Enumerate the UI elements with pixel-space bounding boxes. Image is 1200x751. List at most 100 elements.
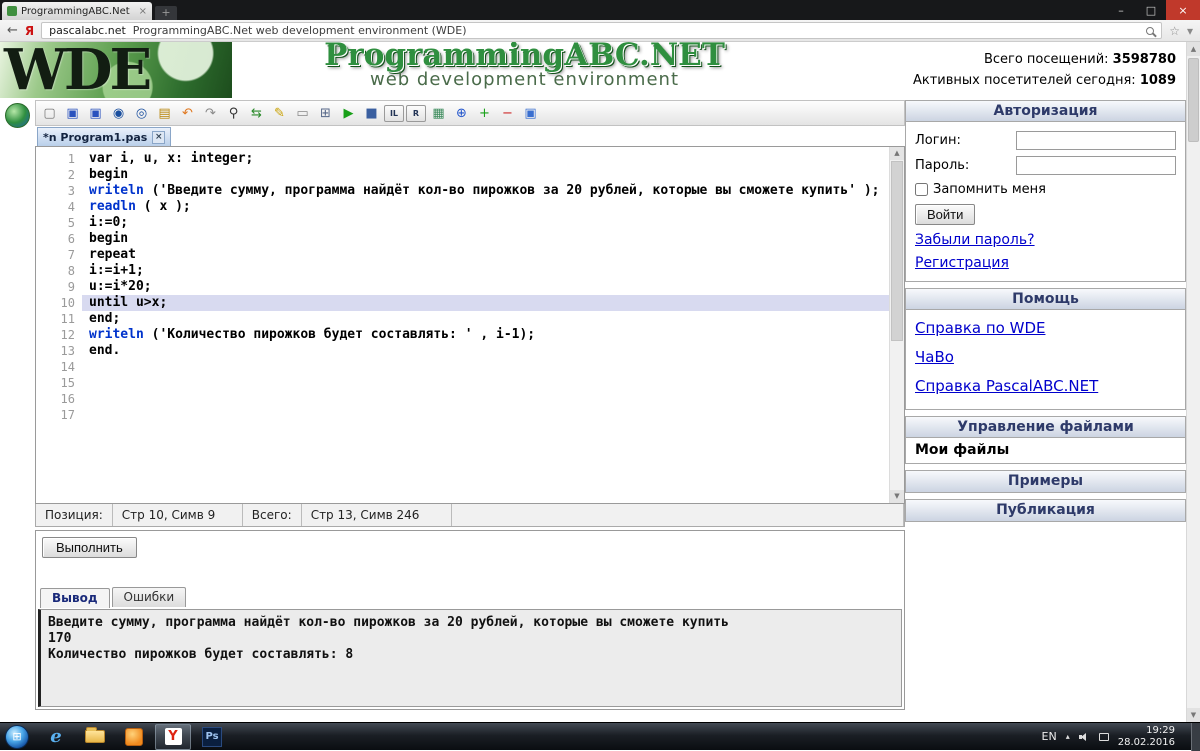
code-line[interactable]: end. (82, 343, 889, 359)
il-view-icon[interactable]: IL (384, 105, 404, 122)
auth-panel-header[interactable]: Авторизация (906, 101, 1185, 122)
help-pascalabc-link[interactable]: Справка PascalABC.NET (915, 377, 1176, 395)
code-line[interactable]: repeat (82, 247, 889, 263)
files-panel-header[interactable]: Управление файлами (906, 417, 1185, 438)
system-tray: EN ▴ 19:29 28.02.2016 (1042, 723, 1200, 751)
code-line[interactable]: readln ( x ); (82, 199, 889, 215)
examples-panel-header[interactable]: Примеры (906, 471, 1185, 492)
code-line[interactable] (82, 407, 889, 423)
line-number: 10 (36, 295, 75, 311)
tray-chevron-icon[interactable]: ▴ (1066, 732, 1070, 741)
code-line[interactable]: begin (82, 167, 889, 183)
downloads-icon[interactable]: ▾ (1187, 24, 1193, 38)
password-field[interactable] (1016, 156, 1176, 175)
code-line[interactable]: writeln ('Количество пирожков будет сост… (82, 327, 889, 343)
code-line[interactable] (82, 359, 889, 375)
run-button[interactable]: Выполнить (42, 537, 137, 558)
maximize-button[interactable]: □ (1136, 0, 1166, 20)
code-line[interactable]: until u>x; (82, 295, 889, 311)
minimize-button[interactable]: – (1106, 0, 1136, 20)
scrollbar-thumb[interactable] (891, 161, 903, 341)
document-tab-close-icon[interactable]: × (152, 131, 165, 144)
orange-app-icon[interactable] (116, 724, 152, 750)
tab-close-icon[interactable]: × (139, 6, 147, 17)
remember-me-checkbox[interactable] (915, 183, 928, 196)
internet-explorer-icon[interactable]: e (38, 724, 74, 750)
new-file-icon[interactable]: ▢ (39, 103, 60, 124)
clear-icon[interactable]: ▭ (292, 103, 313, 124)
bookmark-star-icon[interactable]: ☆ (1169, 24, 1180, 38)
start-button[interactable]: ⊞ (5, 725, 29, 749)
stop-icon[interactable]: ■ (361, 103, 382, 124)
code-line[interactable]: i:=i+1; (82, 263, 889, 279)
web-icon[interactable]: ⊕ (451, 103, 472, 124)
tab-output[interactable]: Вывод (40, 588, 110, 608)
site-title-block: ProgrammingABC.NET web development envir… (232, 42, 817, 98)
editor-scrollbar[interactable]: ▲ ▼ (889, 147, 904, 503)
my-files-item[interactable]: Мои файлы (906, 438, 1185, 463)
line-number: 17 (36, 407, 75, 423)
format-icon[interactable]: ✎ (269, 103, 290, 124)
maximize-editor-icon[interactable]: ▣ (520, 103, 541, 124)
code-line[interactable]: i:=0; (82, 215, 889, 231)
page-scrollbar[interactable]: ▲ ▼ (1186, 42, 1200, 722)
code-line[interactable]: writeln ('Введите сумму, программа найдё… (82, 183, 889, 199)
tab-program1[interactable]: *n Program1.pas × (37, 127, 171, 146)
faq-link[interactable]: ЧаВо (915, 348, 1176, 366)
redo-icon[interactable]: ↷ (200, 103, 221, 124)
file-explorer-icon[interactable] (77, 724, 113, 750)
language-indicator[interactable]: EN (1042, 730, 1057, 743)
back-icon[interactable]: ← (7, 23, 18, 38)
image-icon[interactable]: ▦ (428, 103, 449, 124)
publish-panel-header[interactable]: Публикация (906, 500, 1185, 521)
yandex-browser-icon[interactable]: Y (155, 724, 191, 750)
code-line[interactable] (82, 375, 889, 391)
photoshop-icon[interactable]: Ps (194, 724, 230, 750)
page-scrollbar-thumb[interactable] (1188, 58, 1199, 142)
code-area[interactable]: var i, u, x: integer;beginwriteln ('Введ… (82, 147, 889, 503)
scroll-down-icon[interactable]: ▼ (890, 490, 904, 503)
taskbar-clock[interactable]: 19:29 28.02.2016 (1118, 725, 1175, 749)
browser-tab[interactable]: ProgrammingABC.Net × (2, 2, 152, 20)
network-icon[interactable] (1099, 733, 1109, 741)
zoom-in-icon[interactable]: + (474, 103, 495, 124)
result-view-icon[interactable]: R (406, 105, 426, 122)
save-all-icon[interactable]: ▣ (85, 103, 106, 124)
scroll-up-icon[interactable]: ▲ (890, 147, 904, 160)
page-scroll-up-icon[interactable]: ▲ (1187, 42, 1200, 56)
code-line[interactable]: var i, u, x: integer; (82, 151, 889, 167)
window-icon[interactable]: ⊞ (315, 103, 336, 124)
upload-icon[interactable]: ◎ (131, 103, 152, 124)
url-field[interactable]: pascalabc.net ProgrammingABC.Net web dev… (41, 22, 1162, 39)
close-button[interactable]: × (1166, 0, 1200, 20)
tab-errors[interactable]: Ошибки (112, 587, 187, 607)
code-line[interactable]: begin (82, 231, 889, 247)
forgot-password-link[interactable]: Забыли пароль? (915, 232, 1176, 248)
show-desktop-button[interactable] (1191, 723, 1200, 751)
code-line[interactable]: u:=i*20; (82, 279, 889, 295)
snippets-icon[interactable]: ▤ (154, 103, 175, 124)
open-url-icon[interactable]: ◉ (108, 103, 129, 124)
new-tab-button[interactable]: + (155, 6, 177, 20)
login-button[interactable]: Войти (915, 204, 975, 225)
login-label: Логин: (915, 133, 961, 148)
find-icon[interactable]: ⚲ (223, 103, 244, 124)
code-line[interactable]: end; (82, 311, 889, 327)
help-panel-header[interactable]: Помощь (906, 289, 1185, 310)
search-icon[interactable] (1146, 27, 1154, 35)
yandex-icon[interactable]: Я (25, 24, 34, 38)
volume-icon[interactable] (1079, 732, 1090, 742)
document-tab-row: *n Program1.pas × (35, 126, 905, 146)
login-field[interactable] (1016, 131, 1176, 150)
run-icon[interactable]: ▶ (338, 103, 359, 124)
help-wde-link[interactable]: Справка по WDE (915, 319, 1176, 337)
sidebar: Авторизация Логин: Пароль: Запомнить мен… (905, 100, 1186, 528)
save-icon[interactable]: ▣ (62, 103, 83, 124)
code-line[interactable] (82, 391, 889, 407)
undo-icon[interactable]: ↶ (177, 103, 198, 124)
translate-icon[interactable]: ⇆ (246, 103, 267, 124)
zoom-out-icon[interactable]: − (497, 103, 518, 124)
register-link[interactable]: Регистрация (915, 255, 1176, 271)
page-scroll-down-icon[interactable]: ▼ (1187, 708, 1200, 722)
code-editor[interactable]: 1234567891011121314151617 var i, u, x: i… (35, 146, 905, 504)
